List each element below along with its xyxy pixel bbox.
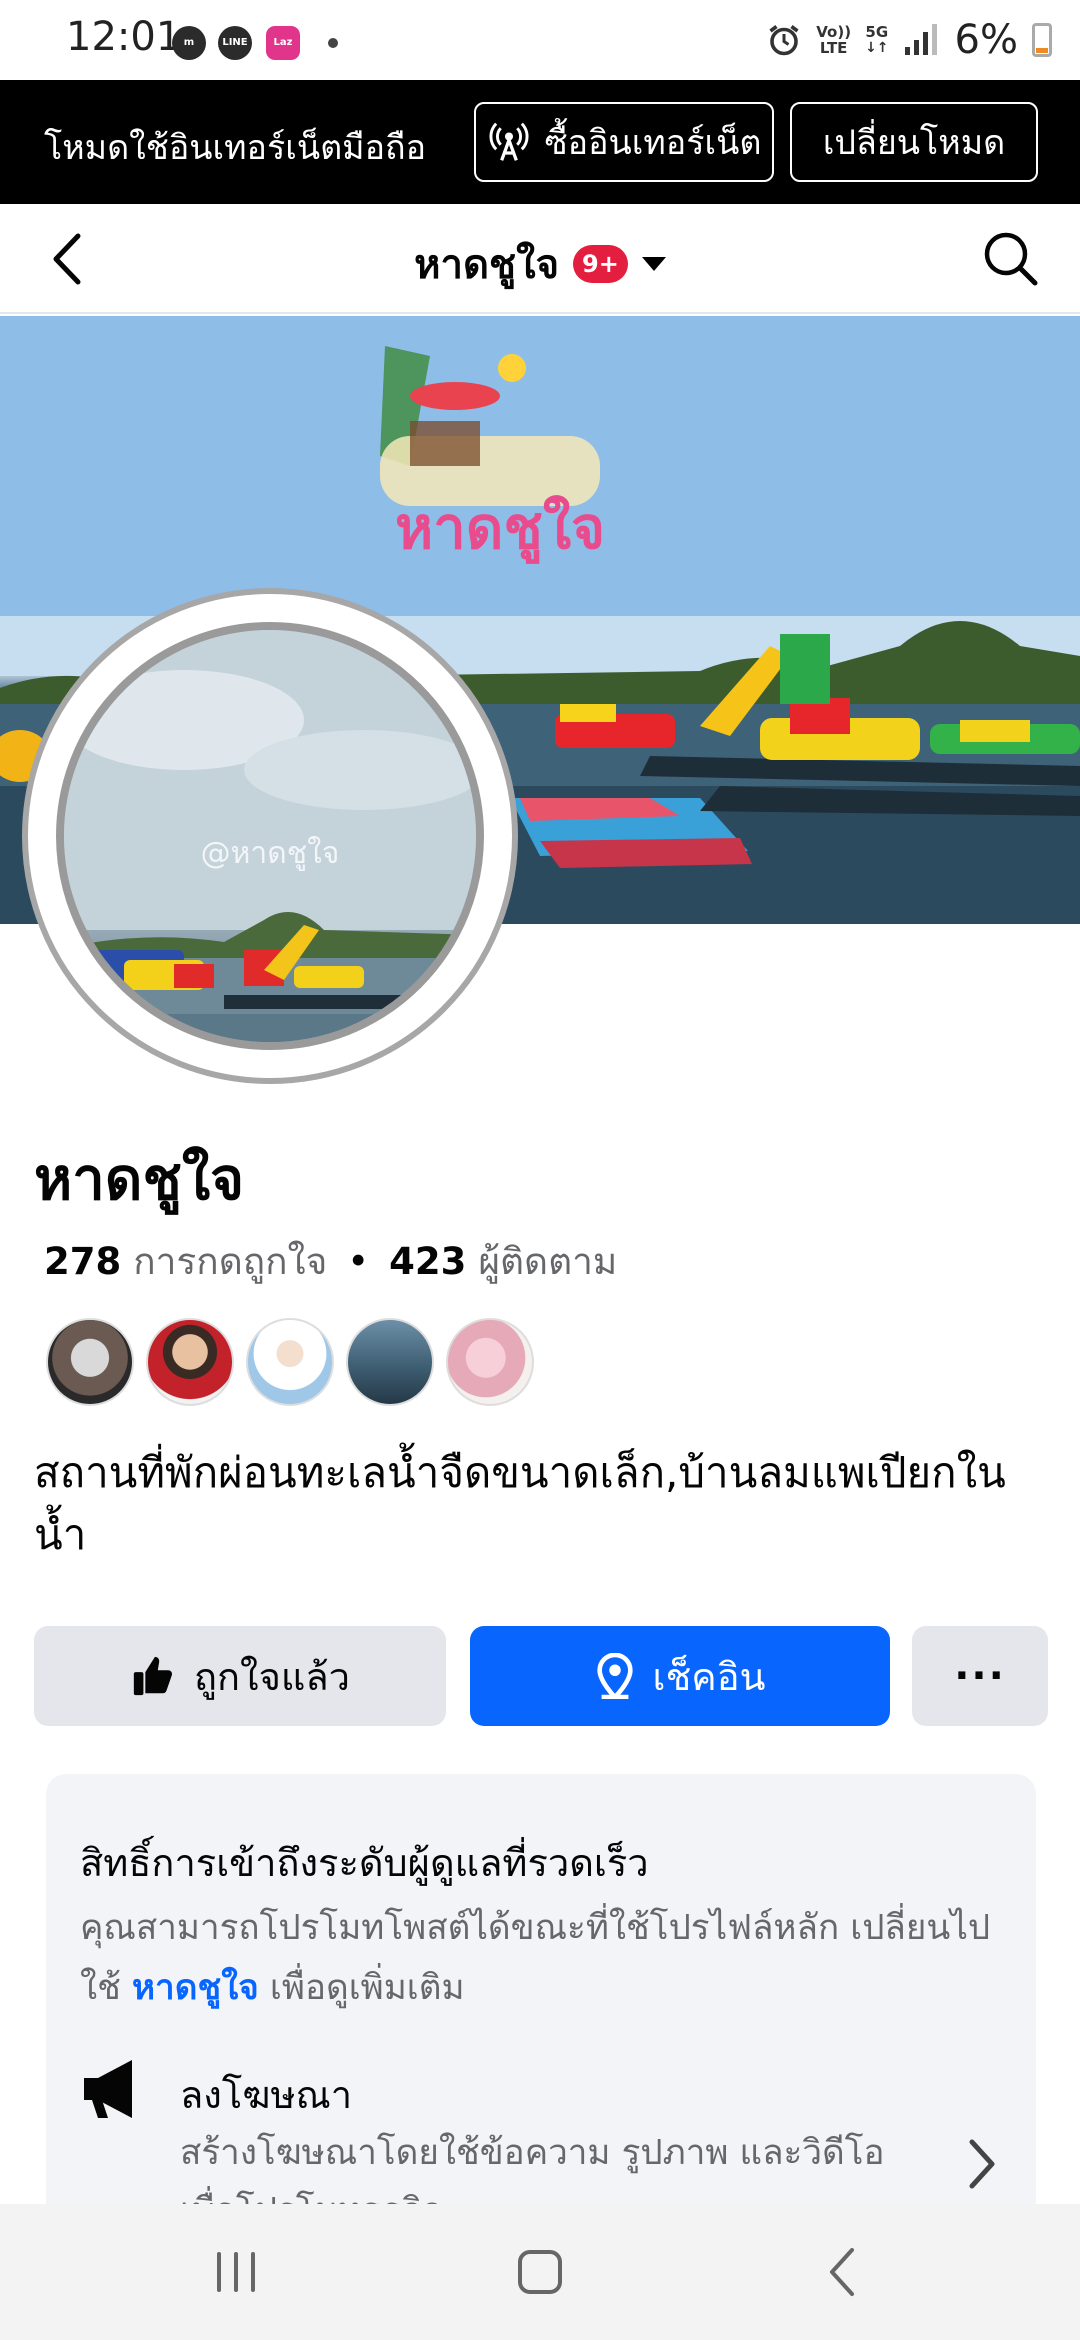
recent-apps-icon[interactable] bbox=[186, 2232, 286, 2312]
search-icon[interactable] bbox=[980, 228, 1040, 288]
friend-avatar[interactable] bbox=[46, 1318, 134, 1406]
alarm-icon bbox=[769, 25, 799, 56]
battery-percent: 6% bbox=[954, 17, 1018, 63]
checkin-label: เช็คอิน bbox=[652, 1654, 766, 1699]
header-title-group[interactable]: หาดชูใจ 9+ bbox=[0, 232, 1080, 296]
home-icon[interactable] bbox=[490, 2232, 590, 2312]
line-icon: LINE bbox=[218, 26, 252, 60]
avatar-watermark: @หาดชูใจ bbox=[200, 836, 340, 871]
messenger-icon: m bbox=[172, 26, 206, 60]
battery-icon bbox=[1032, 23, 1052, 57]
broadcast-icon bbox=[489, 122, 529, 161]
location-pin-icon bbox=[596, 1653, 633, 1699]
notification-badge: 9+ bbox=[573, 245, 628, 283]
friend-avatar[interactable] bbox=[446, 1318, 534, 1406]
friend-avatar[interactable] bbox=[346, 1318, 434, 1406]
page-description: สถานที่พักผ่อนทะเลน้ำจืดขนาดเล็ก,บ้านลมแ… bbox=[34, 1448, 1006, 1559]
more-dots-icon: ··· bbox=[954, 1653, 1006, 1699]
more-notifications-dot bbox=[328, 38, 338, 48]
data-mode-banner: โหมดใช้อินเทอร์เน็ตมือถือ ซื้ออินเทอร์เน… bbox=[0, 80, 1080, 204]
status-time: 12:01 bbox=[66, 14, 182, 60]
chevron-right-icon[interactable] bbox=[962, 2134, 1002, 2194]
liked-button[interactable]: ถูกใจแล้ว bbox=[34, 1626, 446, 1726]
status-bar: 12:01 m LINE Laz Vo)) LTE 5G ↓↑ 6% bbox=[0, 0, 1080, 80]
lte-label: LTE bbox=[819, 39, 848, 57]
friend-avatar[interactable] bbox=[246, 1318, 334, 1406]
buy-internet-label: ซื้ออินเทอร์เน็ต bbox=[544, 123, 762, 163]
ad-row-title[interactable]: ลงโฆษณา bbox=[180, 2064, 352, 2125]
avatar-photo: @หาดชูใจ bbox=[56, 622, 484, 1050]
mode-banner-text: โหมดใช้อินเทอร์เน็ตมือถือ bbox=[44, 128, 427, 168]
data-arrows-icon: ↓↑ bbox=[865, 40, 889, 56]
five-g-label: 5G bbox=[865, 23, 889, 41]
dropdown-caret-icon bbox=[641, 257, 666, 271]
stats-separator: • bbox=[347, 1240, 370, 1283]
system-nav-bar bbox=[0, 2204, 1080, 2340]
page-stats[interactable]: 278 การกดถูกใจ • 423 ผู้ติดตาม bbox=[44, 1232, 617, 1291]
cover-logo-text: หาดชูใจ bbox=[395, 494, 605, 564]
followers-label: ผู้ติดตาม bbox=[478, 1240, 618, 1283]
megaphone-icon bbox=[84, 2060, 132, 2118]
header-title: หาดชูใจ bbox=[414, 242, 560, 288]
friend-avatar[interactable] bbox=[146, 1318, 234, 1406]
volte-indicator: Vo)) LTE bbox=[816, 24, 851, 56]
followers-count: 423 bbox=[389, 1240, 467, 1283]
likes-label: การกดถูกใจ bbox=[133, 1240, 328, 1283]
switch-mode-button[interactable]: เปลี่ยนโหมด bbox=[790, 102, 1038, 182]
page-header: หาดชูใจ 9+ bbox=[0, 204, 1080, 314]
back-icon[interactable] bbox=[794, 2232, 894, 2312]
friends-who-like[interactable] bbox=[46, 1318, 534, 1406]
admin-card-title: สิทธิ์การเข้าถึงระดับผู้ดูแลที่รวดเร็ว bbox=[80, 1841, 649, 1885]
buy-internet-button[interactable]: ซื้ออินเทอร์เน็ต bbox=[474, 102, 774, 182]
lazada-icon: Laz bbox=[266, 26, 300, 60]
more-options-button[interactable]: ··· bbox=[912, 1626, 1048, 1726]
liked-label: ถูกใจแล้ว bbox=[194, 1654, 350, 1699]
admin-card-text: คุณสามารถโปรโมทโพสต์ได้ขณะที่ใช้โปรไฟล์ห… bbox=[80, 1898, 1000, 2018]
status-right: Vo)) LTE 5G ↓↑ 6% bbox=[766, 14, 1052, 66]
profile-avatar[interactable]: @หาดชูใจ bbox=[22, 588, 518, 1084]
likes-count: 278 bbox=[44, 1240, 122, 1283]
page-name: หาดชูใจ bbox=[34, 1145, 245, 1213]
checkin-button[interactable]: เช็คอิน bbox=[470, 1626, 890, 1726]
volte-label: Vo)) bbox=[816, 23, 852, 41]
switch-profile-link[interactable]: หาดชูใจ bbox=[132, 1968, 259, 2008]
switch-mode-label: เปลี่ยนโหมด bbox=[822, 123, 1006, 163]
five-g-indicator: 5G ↓↑ bbox=[865, 24, 888, 56]
admin-card-text-after: เพื่อดูเพิ่มเติม bbox=[258, 1968, 465, 2008]
signal-icon bbox=[904, 24, 937, 55]
thumbs-up-icon bbox=[133, 1656, 173, 1696]
